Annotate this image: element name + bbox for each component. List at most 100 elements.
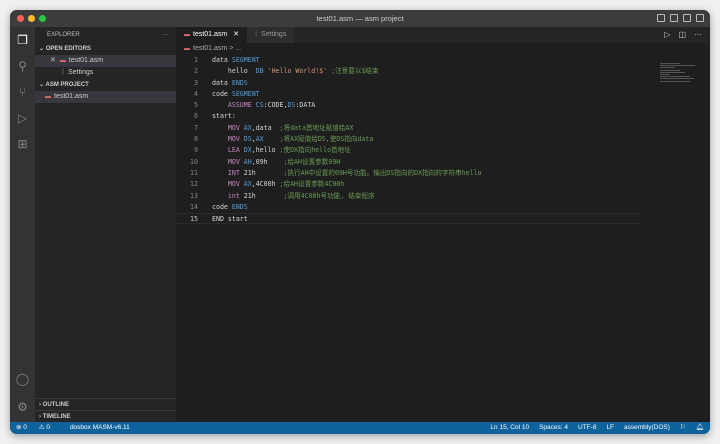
- toggle-panel-icon[interactable]: [670, 14, 678, 22]
- close-button[interactable]: [17, 15, 24, 22]
- editor-area: ▬test01.asm ✕ ⁞Settings ▷◫··· ▬test01.as…: [176, 27, 710, 422]
- close-icon[interactable]: ✕: [233, 31, 239, 38]
- code-token: code: [212, 89, 232, 100]
- code-token: INT: [212, 168, 244, 179]
- code-line[interactable]: 13 int 21h ;调用4C00h号功能, 结束程序: [176, 191, 640, 202]
- source-control-icon[interactable]: ⑂: [10, 79, 35, 105]
- run-icon[interactable]: ▷: [664, 27, 670, 43]
- tab-test01-asm[interactable]: ▬test01.asm ✕: [176, 27, 247, 43]
- warning-count: ⚠ 0: [39, 424, 50, 431]
- outline-section[interactable]: › OUTLINE: [35, 398, 176, 410]
- search-icon[interactable]: ⚲: [10, 53, 35, 79]
- code-token: ENDS: [232, 78, 248, 89]
- extensions-icon[interactable]: ⊞: [10, 131, 35, 157]
- encoding[interactable]: UTF-8: [578, 422, 596, 434]
- code-line[interactable]: 11 INT 21h ;执行AH中设置的09H号功能。输出DS指向的DX指向的字…: [176, 168, 640, 179]
- more-actions-icon[interactable]: ···: [694, 27, 702, 43]
- asm-file-icon: ▬: [184, 32, 190, 38]
- gear-icon[interactable]: ⚙: [10, 394, 35, 420]
- bell-icon[interactable]: 🔔︎: [696, 422, 704, 434]
- code-token: DB: [256, 66, 268, 77]
- open-editor-item[interactable]: ⁞Settings: [35, 67, 176, 79]
- file-label: Settings: [68, 69, 93, 76]
- task-label[interactable]: dosbox MASM-v6.11: [70, 422, 130, 434]
- tab-bar: ▬test01.asm ✕ ⁞Settings ▷ ◫ ···: [176, 27, 710, 43]
- code-line[interactable]: 9 LEA DX,hello ;使DX指向hello首地址: [176, 145, 640, 156]
- line-number: 3: [176, 78, 198, 89]
- toggle-secondary-sidebar-icon[interactable]: [683, 14, 691, 22]
- project-file-item[interactable]: ▬test01.asm: [35, 91, 176, 103]
- open-editor-item[interactable]: ✕▬test01.asm: [35, 55, 176, 67]
- code-token: ;使DX指向hello首地址: [280, 145, 351, 156]
- code-token: SEGMENT: [232, 55, 260, 66]
- line-number: 1: [176, 55, 198, 66]
- code-token: AH: [244, 157, 252, 168]
- toggle-sidebar-icon[interactable]: [657, 14, 665, 22]
- breadcrumb: ▬test01.asm > ...: [176, 44, 710, 54]
- asm-file-icon: ▬: [60, 58, 66, 64]
- code-line[interactable]: 8 MOV DS,AX ;将AX赋值给DS,使DS指向data: [176, 134, 640, 145]
- code-line[interactable]: 1 data SEGMENT: [176, 55, 640, 66]
- code-token: MOV: [212, 123, 244, 134]
- open-editors-section[interactable]: ⌄ OPEN EDITORS: [35, 43, 176, 55]
- file-label: test01.asm: [54, 93, 88, 100]
- code-line[interactable]: 2 hello DB 'Hello World!$' ;注意要以$结束: [176, 66, 640, 77]
- code-token: ;给AH设置参数09H: [283, 157, 340, 168]
- code-token: DS: [287, 100, 295, 111]
- breadcrumb-rest[interactable]: > ...: [229, 45, 241, 52]
- maximize-button[interactable]: [39, 15, 46, 22]
- indentation[interactable]: Spaces: 4: [539, 422, 568, 434]
- code-token: AX: [244, 123, 252, 134]
- customize-layout-icon[interactable]: [696, 14, 704, 22]
- minimap[interactable]: [660, 63, 700, 93]
- code-token: ;执行AH中设置的09H号功能。输出DS指向的DX指向的字符串hello: [283, 168, 481, 179]
- code-line[interactable]: 6start:: [176, 111, 640, 122]
- code-line[interactable]: 12 MOV AX,4C00h ;给AH设置参数4C00h: [176, 179, 640, 190]
- cursor-position[interactable]: Ln 15, Col 10: [490, 422, 529, 434]
- project-section[interactable]: ⌄ ASM PROJECT: [35, 79, 176, 91]
- code-line[interactable]: 14code ENDS: [176, 202, 640, 213]
- code-token: MOV: [212, 179, 244, 190]
- code-token: ,data: [252, 123, 280, 134]
- code-token: ;调用4C00h号功能, 结束程序: [283, 191, 374, 202]
- language-mode[interactable]: assembly(DOS): [624, 422, 670, 434]
- minimize-button[interactable]: [28, 15, 35, 22]
- code-token: [264, 134, 280, 145]
- code-token: AX: [244, 179, 252, 190]
- code-token: ;注意要以$结束: [327, 66, 378, 77]
- code-line[interactable]: 7 MOV AX,data ;将data首地址赋值给AX: [176, 123, 640, 134]
- settings-file-icon: ⁞: [255, 31, 257, 38]
- close-icon[interactable]: ✕: [50, 57, 56, 64]
- breadcrumb-file[interactable]: test01.asm: [193, 45, 227, 52]
- code-token: data: [212, 55, 232, 66]
- feedback-icon[interactable]: ⚐: [680, 422, 686, 434]
- timeline-section[interactable]: › TIMELINE: [35, 410, 176, 422]
- explorer-title: EXPLORER: [47, 32, 80, 38]
- code-token: END start: [212, 214, 248, 223]
- code-token: :DATA: [295, 100, 315, 111]
- status-bar: ⊗ 0 ⚠ 0 dosbox MASM-v6.11 Ln 15, Col 10 …: [10, 422, 710, 434]
- code-token: DX: [244, 145, 252, 156]
- activity-bar: ❐ ⚲ ⑂ ▷ ⊞ ◯ ⚙: [10, 27, 35, 422]
- line-ending[interactable]: LF: [606, 422, 614, 434]
- code-line[interactable]: 10 MOV AH,09h ;给AH设置参数09H: [176, 157, 640, 168]
- line-number: 5: [176, 100, 198, 111]
- split-editor-icon[interactable]: ◫: [678, 27, 686, 43]
- line-number: 2: [176, 66, 198, 77]
- code-line[interactable]: 3data ENDS: [176, 78, 640, 89]
- code-line[interactable]: 15END start: [176, 213, 640, 224]
- code-token: ;将AX赋值给DS,使DS指向data: [280, 134, 374, 145]
- code-token: code: [212, 202, 232, 213]
- run-debug-icon[interactable]: ▷: [10, 105, 35, 131]
- code-token: MOV: [212, 157, 244, 168]
- problems-indicator[interactable]: ⊗ 0 ⚠ 0: [16, 422, 60, 434]
- tab-settings[interactable]: ⁞Settings: [247, 27, 294, 43]
- account-icon[interactable]: ◯: [10, 366, 35, 392]
- project-label: ASM PROJECT: [45, 82, 88, 88]
- code-line[interactable]: 5 ASSUME CS:CODE,DS:DATA: [176, 100, 640, 111]
- more-actions-icon[interactable]: ···: [162, 27, 168, 43]
- tab-label: test01.asm: [193, 31, 227, 38]
- code-line[interactable]: 4code SEGMENT: [176, 89, 640, 100]
- explorer-icon[interactable]: ❐: [10, 27, 35, 53]
- code-editor[interactable]: 1 data SEGMENT2 hello DB 'Hello World!$' …: [176, 55, 640, 224]
